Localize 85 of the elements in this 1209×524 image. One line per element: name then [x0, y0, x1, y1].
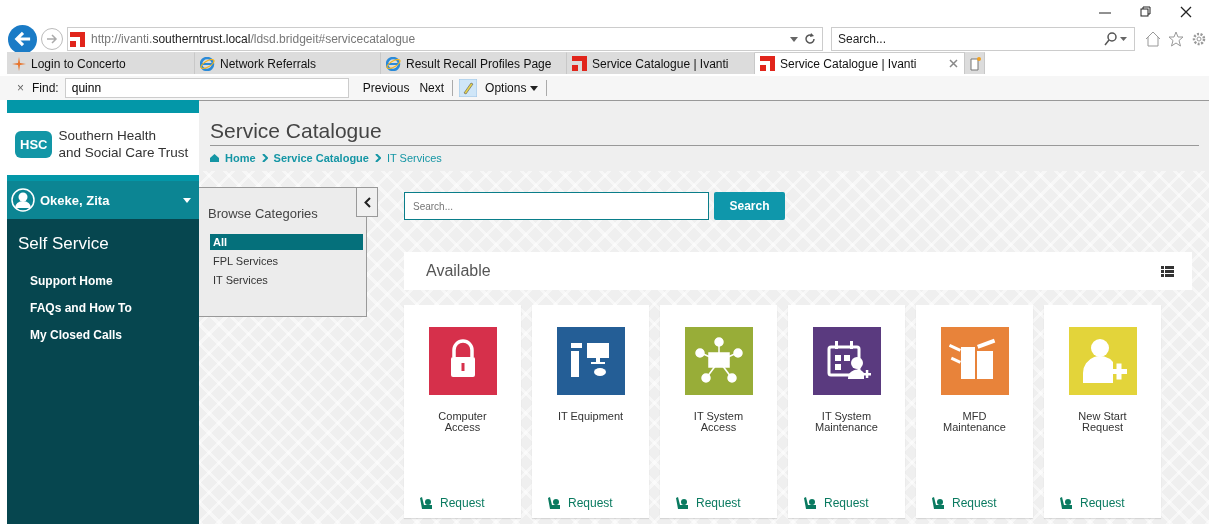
home-icon[interactable]	[1145, 31, 1161, 47]
list-view-icon[interactable]	[1161, 265, 1174, 277]
find-label: Find:	[32, 81, 59, 95]
search-field[interactable]: Search...	[831, 27, 1135, 51]
browser-tab[interactable]: Result Recall Profiles Page	[381, 52, 567, 74]
close-icon	[1179, 5, 1193, 19]
home-icon	[210, 154, 219, 162]
search-input[interactable]: Search...	[404, 192, 709, 220]
find-nav-button[interactable]: Next	[417, 81, 447, 95]
request-link[interactable]: Request	[675, 496, 741, 510]
chevron-icon	[261, 154, 268, 162]
url-text: http://ivanti.southerntrust.local/ldsd.bridgeit#servicecatalogue	[91, 32, 417, 46]
service-card[interactable]: New Start Request Request	[1044, 305, 1161, 518]
logo-icon	[70, 31, 85, 47]
address-bar[interactable]: http://ivanti.southerntrust.local/ldsd.bridgeit#servicecatalogue	[67, 27, 823, 51]
request-link[interactable]: Request	[419, 496, 485, 510]
globe-icon	[200, 56, 215, 71]
minimize-icon	[1099, 12, 1111, 14]
search-icon[interactable]	[1104, 32, 1128, 46]
service-card[interactable]: Computer Access Request	[404, 305, 521, 518]
request-link[interactable]: Request	[803, 496, 869, 510]
panel-title: Browse Categories	[208, 206, 319, 221]
globe-icon	[386, 56, 401, 71]
browser-tab[interactable]: Service Catalogue | Ivanti	[755, 52, 965, 74]
request-link[interactable]: Request	[931, 496, 997, 510]
service-card[interactable]: IT System Access Request	[660, 305, 777, 518]
close-icon[interactable]	[949, 59, 958, 68]
service-name: IT Equipment	[556, 411, 625, 424]
service-card[interactable]: IT Equipment Request	[532, 305, 649, 518]
browser-tab[interactable]: Network Referrals	[195, 52, 381, 74]
nav-link[interactable]: My Closed Calls	[7, 322, 199, 349]
search-placeholder: Search...	[838, 32, 888, 46]
service-name: IT System Maintenance	[814, 411, 879, 435]
forward-arrow-icon	[46, 33, 58, 45]
request-icon	[1059, 496, 1073, 510]
back-button[interactable]	[8, 24, 37, 54]
logo-badge: HSC	[15, 130, 53, 158]
service-card[interactable]: MFD Maintenance Request	[916, 305, 1033, 518]
service-name: Computer Access	[437, 411, 488, 435]
logo-icon	[572, 56, 587, 71]
organization-name: Southern Health and Social Care Trust	[58, 127, 189, 161]
section-title: Self Service	[17, 233, 110, 255]
caret-icon[interactable]	[790, 36, 798, 42]
request-icon	[675, 496, 689, 510]
category-item[interactable]: All	[210, 234, 363, 250]
options-button[interactable]: Options	[483, 81, 541, 95]
chevron-icon	[374, 154, 381, 162]
browser-tab[interactable]: Service Catalogue | Ivanti	[567, 52, 755, 74]
refresh-icon[interactable]	[804, 33, 816, 45]
request-icon	[547, 496, 561, 510]
find-nav-button[interactable]: Previous	[360, 81, 412, 95]
settings-icon[interactable]	[1191, 31, 1207, 47]
new-tab-icon	[970, 56, 982, 71]
request-link[interactable]: Request	[547, 496, 613, 510]
category-item[interactable]: IT Services	[210, 272, 363, 288]
back-arrow-icon	[13, 31, 32, 47]
nav-link[interactable]: FAQs and How To	[7, 295, 199, 322]
nav-link[interactable]: Support Home	[7, 268, 199, 295]
close-button[interactable]	[1179, 5, 1193, 19]
restore-icon	[1139, 5, 1153, 19]
new-tab-button[interactable]	[965, 52, 985, 74]
user-menu[interactable]: Okeke, Zita	[7, 181, 199, 219]
browser-tab[interactable]: Login to Concerto	[7, 52, 195, 74]
find-field[interactable]: quinn	[64, 78, 349, 98]
request-icon	[419, 496, 433, 510]
caret-icon	[183, 197, 191, 203]
service-name: IT System Access	[692, 411, 745, 435]
collapse-button[interactable]	[356, 187, 378, 217]
service-card[interactable]: IT System Maintenance Request	[788, 305, 905, 518]
caret-icon	[530, 85, 539, 91]
section-title: Available	[426, 262, 491, 280]
close-find-button[interactable]: ×	[15, 81, 26, 95]
request-icon	[931, 496, 945, 510]
highlight-icon[interactable]	[459, 79, 478, 97]
restore-button[interactable]	[1139, 5, 1153, 19]
service-name: New Start Request	[1077, 411, 1128, 435]
category-item[interactable]: FPL Services	[210, 253, 363, 269]
chevron-icon	[363, 196, 371, 208]
request-link[interactable]: Request	[1059, 496, 1125, 510]
service-name: MFD Maintenance	[942, 411, 1007, 435]
logo-icon	[760, 56, 775, 71]
star-icon[interactable]	[1168, 31, 1184, 47]
avatar-icon	[11, 188, 35, 212]
page-title: Service Catalogue	[210, 119, 1199, 146]
request-icon	[803, 496, 817, 510]
